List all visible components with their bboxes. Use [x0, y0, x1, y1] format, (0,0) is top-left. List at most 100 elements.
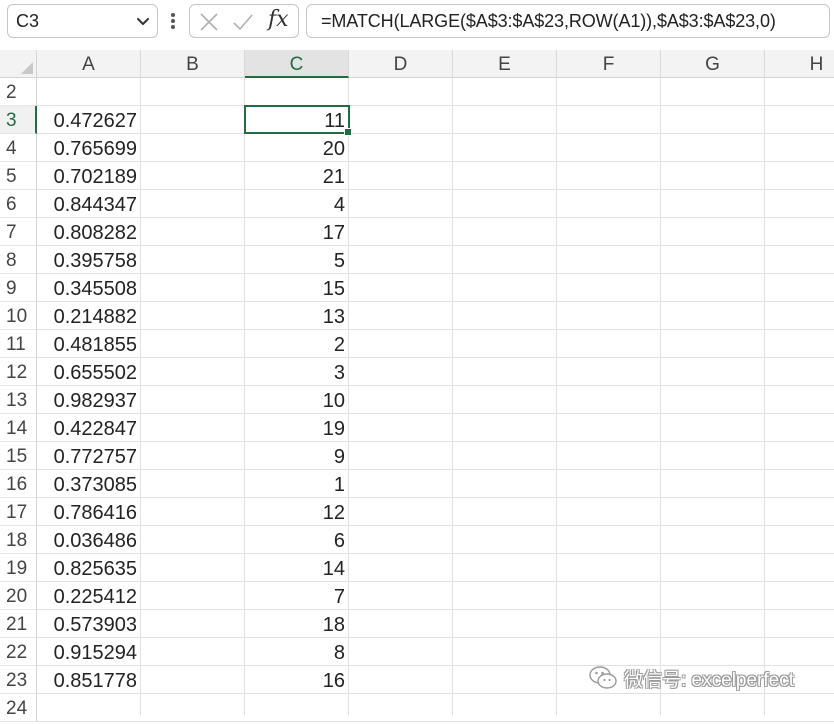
row-header-22[interactable]: 22 [0, 638, 37, 666]
formula-input[interactable]: =MATCH(LARGE($A$3:$A$23,ROW(A1)),$A$3:$A… [306, 4, 830, 38]
cell-a10[interactable]: 0.214882 [37, 302, 141, 330]
row-header-17[interactable]: 17 [0, 498, 37, 526]
cell-a19[interactable]: 0.825635 [37, 554, 141, 582]
row-header-14[interactable]: 14 [0, 414, 37, 442]
cancel-icon[interactable] [198, 11, 220, 33]
column-header-h[interactable]: H [765, 50, 834, 78]
cell-c18[interactable]: 6 [245, 526, 349, 554]
column-header-a[interactable]: A [37, 50, 141, 78]
cell-a9[interactable]: 0.345508 [37, 274, 141, 302]
cell-c5[interactable]: 21 [245, 162, 349, 190]
cell-c17[interactable]: 12 [245, 498, 349, 526]
more-options-icon[interactable] [168, 9, 178, 33]
cell-a4[interactable]: 0.765699 [37, 134, 141, 162]
cell-c12[interactable]: 3 [245, 358, 349, 386]
column-header-c[interactable]: C [245, 50, 349, 78]
chevron-down-icon[interactable] [135, 13, 151, 29]
cell-a11[interactable]: 0.481855 [37, 330, 141, 358]
row-header-20[interactable]: 20 [0, 582, 37, 610]
cell-c11[interactable]: 2 [245, 330, 349, 358]
cell-a6[interactable]: 0.844347 [37, 190, 141, 218]
active-cell-selection [244, 105, 352, 136]
cell-c4[interactable]: 20 [245, 134, 349, 162]
cell-a12[interactable]: 0.655502 [37, 358, 141, 386]
column-header-d[interactable]: D [349, 50, 453, 78]
row-gridline [37, 469, 834, 470]
row-header-7[interactable]: 7 [0, 218, 37, 246]
row-header-4[interactable]: 4 [0, 134, 37, 162]
name-box-value: C3 [16, 11, 40, 31]
row-header-21[interactable]: 21 [0, 610, 37, 638]
cell-c8[interactable]: 5 [245, 246, 349, 274]
row-header-16[interactable]: 16 [0, 470, 37, 498]
row-header-15[interactable]: 15 [0, 442, 37, 470]
row-header-5[interactable]: 5 [0, 162, 37, 190]
cell-a21[interactable]: 0.573903 [37, 610, 141, 638]
cell-a13[interactable]: 0.982937 [37, 386, 141, 414]
formula-bar: C3 fx =MATCH(LARGE($A$3:$A$23,ROW(A1)),$… [0, 0, 834, 46]
cell-a17[interactable]: 0.786416 [37, 498, 141, 526]
watermark: 微信号: excelperfect [588, 661, 828, 697]
row-header-6[interactable]: 6 [0, 190, 37, 218]
cell-c7[interactable]: 17 [245, 218, 349, 246]
row-header-18[interactable]: 18 [0, 526, 37, 554]
fill-handle[interactable] [344, 128, 352, 136]
formula-buttons: fx [189, 4, 299, 38]
cell-c22[interactable]: 8 [245, 638, 349, 666]
column-gridline [764, 78, 765, 715]
cell-a15[interactable]: 0.772757 [37, 442, 141, 470]
cell-c16[interactable]: 1 [245, 470, 349, 498]
row-header-9[interactable]: 9 [0, 274, 37, 302]
row-header-19[interactable]: 19 [0, 554, 37, 582]
select-all-corner[interactable] [0, 50, 37, 78]
cell-a22[interactable]: 0.915294 [37, 638, 141, 666]
cell-c20[interactable]: 7 [245, 582, 349, 610]
spreadsheet-grid[interactable]: A B C D E F G H 2 3 4 5 6 7 8 9 10 11 12 13 14 15 16 17 18 19 20 21… [0, 50, 834, 722]
row-gridline [37, 357, 834, 358]
row-header-23[interactable]: 23 [0, 666, 37, 694]
cell-a23[interactable]: 0.851778 [37, 666, 141, 694]
cell-a3[interactable]: 0.472627 [37, 106, 141, 134]
cell-c9[interactable]: 15 [245, 274, 349, 302]
wechat-logo-icon [589, 666, 617, 689]
row-header-13[interactable]: 13 [0, 386, 37, 414]
cell-c15[interactable]: 9 [245, 442, 349, 470]
cell-c10[interactable]: 13 [245, 302, 349, 330]
insert-function-button[interactable]: fx [268, 7, 289, 32]
cell-a14[interactable]: 0.422847 [37, 414, 141, 442]
cell-c13[interactable]: 10 [245, 386, 349, 414]
row-header-10[interactable]: 10 [0, 302, 37, 330]
column-header-e[interactable]: E [453, 50, 557, 78]
column-gridline [660, 78, 661, 715]
cell-c14[interactable]: 19 [245, 414, 349, 442]
cell-a20[interactable]: 0.225412 [37, 582, 141, 610]
row-gridline [37, 217, 834, 218]
cell-a8[interactable]: 0.395758 [37, 246, 141, 274]
row-header-11[interactable]: 11 [0, 330, 37, 358]
cell-c23[interactable]: 16 [245, 666, 349, 694]
row-header-8[interactable]: 8 [0, 246, 37, 274]
row-header-24[interactable]: 24 [0, 694, 37, 722]
enter-check-icon[interactable] [232, 11, 254, 33]
cell-a5[interactable]: 0.702189 [37, 162, 141, 190]
row-gridline [37, 301, 834, 302]
row-gridline [37, 721, 834, 722]
cell-c6[interactable]: 4 [245, 190, 349, 218]
cell-a7[interactable]: 0.808282 [37, 218, 141, 246]
name-box[interactable]: C3 [7, 4, 158, 38]
row-header-2[interactable]: 2 [0, 78, 37, 106]
column-header-g[interactable]: G [661, 50, 765, 78]
column-header-b[interactable]: B [141, 50, 245, 78]
column-gridline [452, 78, 453, 715]
row-header-12[interactable]: 12 [0, 358, 37, 386]
row-gridline [37, 105, 834, 106]
cell-c21[interactable]: 18 [245, 610, 349, 638]
row-gridline [37, 497, 834, 498]
cell-a16[interactable]: 0.373085 [37, 470, 141, 498]
row-header-3[interactable]: 3 [0, 106, 37, 134]
cell-c19[interactable]: 14 [245, 554, 349, 582]
cell-a18[interactable]: 0.036486 [37, 526, 141, 554]
row-gridline [37, 441, 834, 442]
row-gridline [37, 581, 834, 582]
column-header-f[interactable]: F [557, 50, 661, 78]
